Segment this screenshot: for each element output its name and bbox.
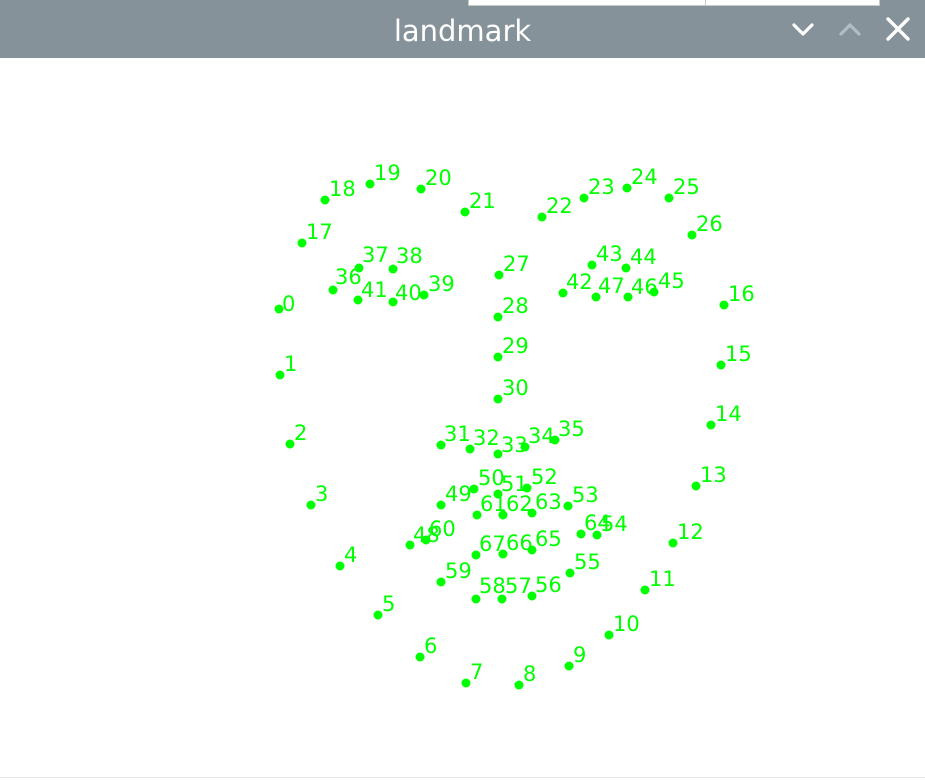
landmark-label-38: 38 (396, 244, 423, 268)
landmark-label-31: 31 (444, 422, 471, 446)
landmark-label-8: 8 (523, 662, 536, 686)
landmark-label-60: 60 (429, 517, 456, 541)
landmark-label-56: 56 (535, 573, 562, 597)
landmark-label-32: 32 (473, 426, 500, 450)
landmark-label-24: 24 (631, 165, 658, 189)
landmark-label-34: 34 (528, 424, 555, 448)
landmark-label-18: 18 (329, 177, 356, 201)
landmark-label-11: 11 (649, 567, 676, 591)
close-button[interactable] (883, 14, 913, 44)
landmark-label-22: 22 (546, 194, 573, 218)
chevron-down-icon (792, 23, 814, 36)
landmark-label-1: 1 (284, 352, 297, 376)
landmark-label-49: 49 (445, 482, 472, 506)
landmark-label-5: 5 (382, 592, 395, 616)
landmark-label-28: 28 (502, 294, 529, 318)
image-canvas: 0 1 2 3 4 5 6 7 8 9 10 11 12 13 14 15 16 17 18 19 20 21 22 23 24… (0, 58, 925, 778)
landmark-label-14: 14 (715, 402, 742, 426)
landmark-label-46: 46 (631, 275, 658, 299)
landmark-label-65: 65 (535, 527, 562, 551)
landmark-label-4: 4 (344, 543, 357, 567)
landmark-label-53: 53 (572, 483, 599, 507)
landmark-label-64: 64 (584, 511, 611, 535)
landmark-label-27: 27 (503, 252, 530, 276)
landmark-label-21: 21 (469, 189, 496, 213)
landmark-label-43: 43 (596, 242, 623, 266)
landmark-label-67: 67 (479, 532, 506, 556)
landmark-label-44: 44 (630, 245, 657, 269)
landmark-label-47: 47 (598, 274, 625, 298)
landmark-label-15: 15 (725, 342, 752, 366)
window-bottom-border (0, 777, 925, 778)
landmark-label-29: 29 (502, 334, 529, 358)
landmark-label-40: 40 (395, 281, 422, 305)
landmark-label-9: 9 (573, 643, 586, 667)
landmark-label-37: 37 (362, 243, 389, 267)
landmark-label-55: 55 (574, 550, 601, 574)
landmark-label-35: 35 (558, 417, 585, 441)
landmark-label-58: 58 (479, 574, 506, 598)
landmark-label-13: 13 (700, 463, 727, 487)
maximize-button[interactable] (835, 14, 865, 44)
landmark-label-2: 2 (294, 421, 307, 445)
landmark-label-42: 42 (566, 270, 593, 294)
close-icon (886, 17, 910, 41)
landmark-label-66: 66 (506, 531, 533, 555)
window-title: landmark (393, 14, 532, 48)
landmark-label-23: 23 (588, 175, 615, 199)
landmark-label-41: 41 (361, 278, 388, 302)
landmark-label-7: 7 (470, 660, 483, 684)
landmark-label-10: 10 (613, 612, 640, 636)
chevron-up-icon (839, 23, 861, 36)
background-window-edge (468, 0, 880, 6)
landmark-plot: 01234567 8910111213141516171819 2021 2223 24… (274, 161, 755, 690)
title-bar[interactable]: landmark (0, 0, 925, 58)
landmark-label-26: 26 (696, 212, 723, 236)
landmark-label-59: 59 (445, 559, 472, 583)
landmark-label-20: 20 (425, 166, 452, 190)
landmark-label-3: 3 (315, 482, 328, 506)
landmark-label-17: 17 (306, 220, 333, 244)
landmark-label-52: 52 (531, 465, 558, 489)
landmark-label-30: 30 (502, 376, 529, 400)
landmark-label-6: 6 (424, 634, 437, 658)
landmark-window: landmark 0 1 2 3 4 5 6 7 8 9 10 11 12 13 14 15 16 17 18 19 2… (0, 0, 925, 780)
landmark-label-45: 45 (658, 269, 685, 293)
landmark-label-19: 19 (374, 161, 401, 185)
landmark-label-57: 57 (505, 574, 532, 598)
landmark-label-63: 63 (535, 490, 562, 514)
landmark-label-16: 16 (728, 282, 755, 306)
landmark-label-39: 39 (428, 272, 455, 296)
minimize-button[interactable] (788, 14, 818, 44)
landmark-label-0: 0 (282, 292, 295, 316)
landmark-label-25: 25 (673, 175, 700, 199)
landmark-label-12: 12 (677, 520, 704, 544)
